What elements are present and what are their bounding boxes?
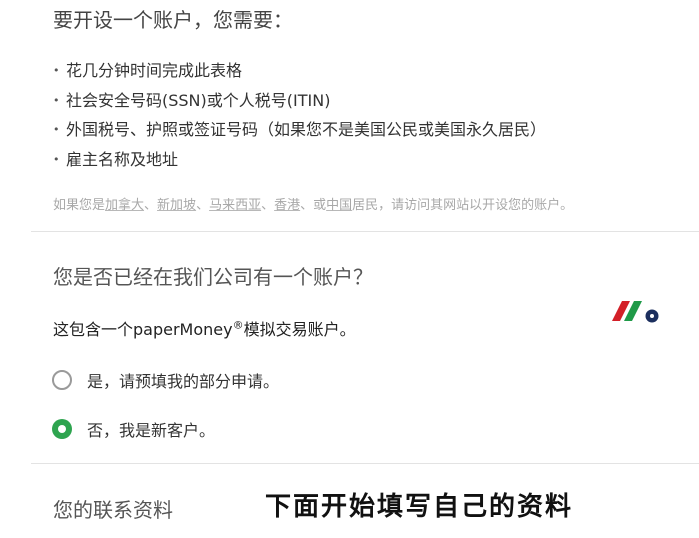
separator: 、 [261,198,275,213]
link-singapore[interactable]: 新加坡 [157,198,196,213]
requirements-title: 要开设一个账户，您需要： [53,8,293,32]
papermoney-description: 这包含一个paperMoney®模拟交易账户。 [53,316,356,340]
list-item: 雇主名称及地址 [53,149,546,179]
contact-section-title: 您的联系资料 [53,498,173,522]
list-item: 社会安全号码(SSN)或个人税号(ITIN) [53,90,546,120]
note-prefix: 如果您是 [53,198,106,213]
existing-account-question: 您是否已经在我们公司有一个账户？ [53,265,373,289]
radio-no[interactable] [52,419,72,439]
section-divider [31,463,699,464]
desc-text: 这包含一个paperMoney [53,320,233,339]
overlay-caption: 下面开始填写自己的资料 [265,492,574,522]
note-suffix: 居民，请访问其网站以开设您的账户。 [352,198,574,213]
link-malaysia[interactable]: 马来西亚 [209,198,261,213]
note-or: 或 [313,198,327,213]
option-yes[interactable]: 是，请预填我的部分申请。 [52,368,279,392]
option-no[interactable]: 否，我是新客户。 [52,417,215,441]
list-item: 花几分钟时间完成此表格 [53,60,546,90]
option-no-label[interactable]: 否，我是新客户。 [87,417,215,441]
option-yes-label[interactable]: 是，请预填我的部分申请。 [87,368,279,392]
link-canada[interactable]: 加拿大 [105,198,144,213]
broker-logo [612,301,659,323]
separator: 、 [196,198,210,213]
desc-text-suffix: 模拟交易账户。 [243,320,356,339]
registered-mark: ® [232,318,244,332]
separator: 、 [144,198,158,213]
list-item: 外国税号、护照或签证号码（如果您不是美国公民或美国永久居民） [53,119,546,149]
requirements-list: 花几分钟时间完成此表格 社会安全号码(SSN)或个人税号(ITIN) 外国税号、… [53,60,546,178]
radio-yes[interactable] [52,370,72,390]
link-china[interactable]: 中国 [326,198,352,213]
residency-note: 如果您是加拿大、新加坡、马来西亚、香港、或中国居民，请访问其网站以开设您的账户。 [53,194,573,213]
section-divider [31,231,699,232]
link-hongkong[interactable]: 香港 [274,198,300,213]
separator: 、 [300,198,314,213]
